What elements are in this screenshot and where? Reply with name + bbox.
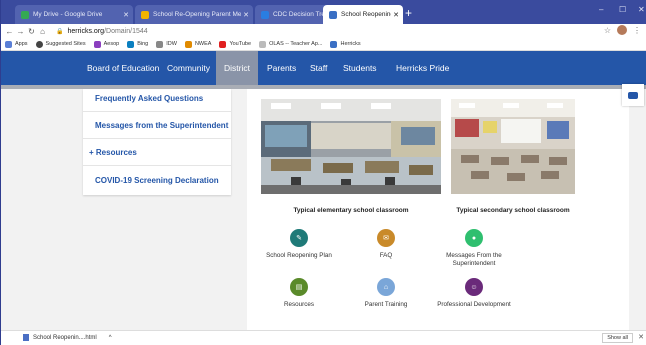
link-parent-training[interactable]: ⌂ Parent Training: [341, 278, 431, 309]
nav-staff[interactable]: Staff: [302, 51, 335, 85]
close-downloads-icon[interactable]: ✕: [638, 333, 644, 341]
side-menu-superintendent[interactable]: Messages from the Superintendent: [83, 112, 231, 139]
browser-toolbar: ← → ↻ ⌂ 🔒 herricks.org /Domain/1544 ☆ ⋮: [1, 24, 646, 38]
site-navigation: Board of Education Community District Pa…: [1, 51, 646, 85]
minimize-icon[interactable]: –: [599, 5, 603, 14]
chat-icon: ✉: [377, 229, 395, 247]
link-school-reopening-plan[interactable]: ✎ School Reopening Plan: [254, 229, 344, 260]
bookmark-herricks[interactable]: Herricks: [330, 40, 361, 48]
home-icon[interactable]: ⌂: [37, 27, 48, 36]
link-professional-development[interactable]: ☺ Professional Development: [429, 278, 519, 309]
bing-icon: [127, 40, 135, 48]
doc-icon: [261, 10, 269, 19]
bookmark-youtube[interactable]: YouTube: [219, 40, 251, 48]
apps-icon: [5, 40, 12, 48]
slides-icon: [141, 10, 149, 19]
school-icon: ⌂: [377, 278, 395, 296]
lock-icon: 🔒: [56, 28, 64, 35]
browser-window: My Drive - Google Drive ✕ School Re-Open…: [0, 0, 646, 345]
side-menu: Frequently Asked Questions Messages from…: [83, 89, 231, 195]
aesop-icon: [93, 40, 101, 48]
main-content: Typical elementary school classroom Typi…: [247, 89, 629, 330]
bookmark-apps[interactable]: Apps: [5, 40, 28, 48]
bookmark-nwea[interactable]: NWEA: [184, 40, 211, 48]
bookmarks-bar: Apps Suggested Sites Aesop Bing IDW NWEA…: [1, 38, 646, 51]
bookmark-suggested-sites[interactable]: Suggested Sites: [35, 40, 86, 48]
side-menu-resources[interactable]: + Resources: [83, 139, 231, 166]
herricks-icon: [330, 40, 338, 48]
side-menu-faq[interactable]: Frequently Asked Questions: [83, 85, 231, 112]
window-close-icon[interactable]: ✕: [638, 5, 645, 14]
nav-herricks-pride[interactable]: Herricks Pride: [388, 51, 457, 85]
tab-school-reopening[interactable]: School Reopening / School Reco ✕: [323, 5, 403, 24]
maximize-icon[interactable]: ☐: [619, 5, 626, 14]
back-icon[interactable]: ←: [4, 27, 15, 36]
olas-icon: [259, 40, 267, 48]
nav-community[interactable]: Community: [159, 51, 218, 85]
page-body: Frequently Asked Questions Messages from…: [1, 89, 646, 330]
nav-parents[interactable]: Parents: [259, 51, 304, 85]
downloads-bar: School Reopenin....html ^ Show all ✕: [1, 330, 646, 345]
close-icon[interactable]: ✕: [391, 11, 401, 19]
address-bar[interactable]: 🔒 herricks.org /Domain/1544: [56, 28, 148, 35]
reload-icon[interactable]: ↻: [26, 27, 37, 36]
secondary-classroom-photo: [451, 99, 575, 194]
profile-avatar[interactable]: [617, 25, 627, 35]
bookmark-bing[interactable]: Bing: [127, 40, 148, 48]
side-menu-screening[interactable]: COVID-19 Screening Declaration: [83, 167, 231, 194]
tab-parent-meeting[interactable]: School Re-Opening Parent Meeti ✕: [135, 5, 253, 24]
news-icon: ▤: [290, 278, 308, 296]
nwea-icon: [184, 40, 192, 48]
tab-strip: My Drive - Google Drive ✕ School Re-Open…: [1, 0, 646, 24]
close-icon[interactable]: ✕: [241, 11, 251, 19]
nav-board-of-education[interactable]: Board of Education: [79, 51, 167, 85]
link-resources[interactable]: ▤ Resources: [254, 278, 344, 309]
nav-students[interactable]: Students: [335, 51, 385, 85]
link-faq[interactable]: ✉ FAQ: [341, 229, 431, 260]
download-item[interactable]: School Reopenin....html ^: [23, 334, 112, 341]
new-tab-button[interactable]: +: [405, 6, 412, 20]
nav-district[interactable]: District: [216, 51, 258, 85]
tab-my-drive[interactable]: My Drive - Google Drive ✕: [15, 5, 133, 24]
herricks-icon: [329, 10, 337, 19]
star-icon[interactable]: ☆: [604, 26, 611, 35]
elementary-classroom-photo: [261, 99, 441, 194]
file-icon: [23, 334, 29, 341]
bookmark-idw[interactable]: IDW: [156, 40, 177, 48]
person-icon: ☺: [465, 278, 483, 296]
message-icon: ●: [465, 229, 483, 247]
bookmark-olas[interactable]: OLAS -- Teacher Ap...: [259, 40, 322, 48]
chat-widget-button[interactable]: [622, 84, 644, 106]
link-messages-superintendent[interactable]: ● Messages From the Superintendent: [429, 229, 519, 268]
bookmark-aesop[interactable]: Aesop: [93, 40, 119, 48]
show-all-button[interactable]: Show all: [602, 333, 633, 343]
youtube-icon: [219, 40, 227, 48]
google-drive-icon: [21, 10, 29, 19]
pencil-icon: ✎: [290, 229, 308, 247]
caption-elementary: Typical elementary school classroom: [293, 207, 409, 214]
idw-icon: [156, 40, 164, 48]
toolbar-right: ☆ ⋮: [604, 25, 641, 35]
globe-icon: [35, 40, 43, 48]
forward-icon[interactable]: →: [15, 27, 26, 36]
close-icon[interactable]: ✕: [121, 11, 131, 19]
chevron-up-icon[interactable]: ^: [109, 335, 112, 341]
chat-bubble-icon: [628, 91, 638, 99]
menu-icon[interactable]: ⋮: [633, 26, 641, 35]
caption-secondary: Typical secondary school classroom: [456, 207, 570, 214]
